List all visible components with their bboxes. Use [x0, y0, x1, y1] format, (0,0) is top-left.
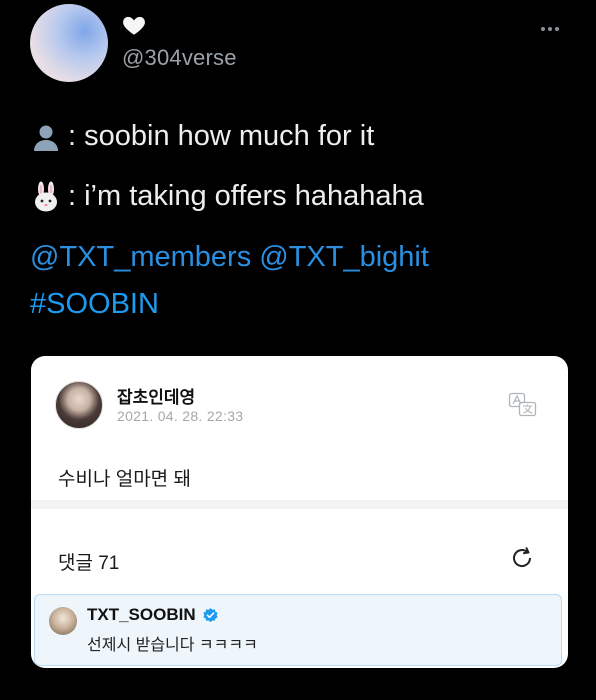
white-heart-icon — [123, 16, 145, 35]
reply-author-avatar — [49, 607, 77, 635]
verified-badge-icon — [203, 607, 218, 622]
refresh-icon — [513, 547, 532, 567]
section-divider — [31, 500, 568, 509]
post-date: 2021. 04. 28. 22:33 — [117, 408, 244, 424]
reply-author-name: TXT_SOOBIN — [87, 605, 196, 624]
tweet-line-2-text: : i’m taking offers hahahaha — [68, 180, 424, 212]
reply-text: 선제시 받습니다 ㅋㅋㅋㅋ — [87, 637, 258, 654]
more-options-icon[interactable] — [541, 18, 565, 31]
rabbit-face-icon — [35, 181, 57, 211]
mention-link-txt-bighit[interactable]: @TXT_bighit — [259, 241, 429, 273]
hashtag-link-soobin[interactable]: #SOOBIN — [30, 288, 159, 321]
tweet-line-1: : soobin how much for it — [30, 120, 374, 153]
tweet-line-1-text: : soobin how much for it — [68, 120, 375, 152]
bust-silhouette-icon — [34, 125, 58, 151]
mention-link-txt-members[interactable]: @TXT_members — [30, 241, 251, 273]
post-author-name: 잡초인데영 — [117, 388, 196, 407]
tweet-line-2: : i’m taking offers hahahaha — [30, 180, 424, 213]
profile-avatar[interactable] — [30, 4, 108, 82]
user-handle[interactable]: @304verse — [122, 45, 237, 71]
comments-count-label: 댓글 71 — [58, 553, 120, 574]
highlighted-reply: TXT_SOOBIN 선제시 받습니다 ㅋㅋㅋㅋ — [34, 594, 562, 666]
embedded-post-card: 잡초인데영 2021. 04. 28. 22:33 수비나 얼마면 돼 댓글 7… — [31, 356, 568, 668]
post-author-avatar — [55, 381, 103, 429]
reply-author: TXT_SOOBIN — [87, 605, 219, 625]
post-body-text: 수비나 얼마면 돼 — [58, 469, 191, 490]
translate-icon — [508, 392, 537, 417]
mentions-line: @TXT_members @TXT_bighit — [30, 241, 429, 274]
